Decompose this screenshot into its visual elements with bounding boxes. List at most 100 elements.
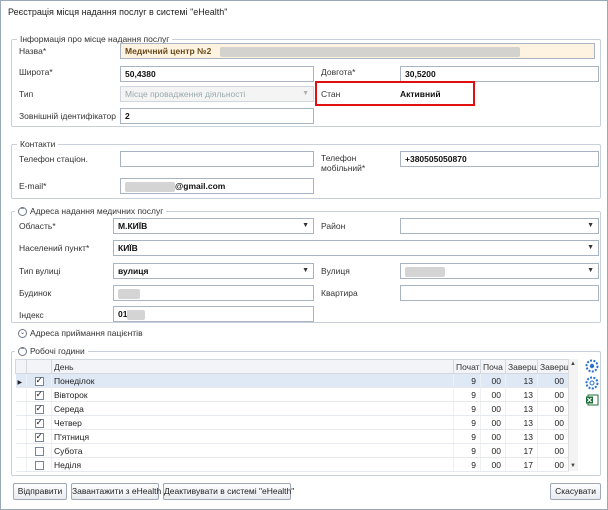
- table-row[interactable]: Субота 9 00 17 00: [15, 443, 569, 458]
- row-indicator[interactable]: [15, 415, 27, 430]
- day-cell[interactable]: Субота: [51, 443, 454, 458]
- start-minute-cell[interactable]: 00: [480, 401, 506, 416]
- name-field[interactable]: Медичний центр №2: [120, 43, 595, 59]
- table-row[interactable]: П'ятниця9001300: [15, 429, 569, 444]
- end-minute-cell[interactable]: 00: [537, 387, 569, 402]
- column-header-start-hour[interactable]: Почат: [453, 359, 481, 374]
- street-type-select[interactable]: вулиця ▼: [113, 263, 314, 279]
- end-hour-cell[interactable]: 13: [505, 373, 538, 388]
- chevron-down-icon: ▼: [587, 244, 594, 251]
- start-hour-cell[interactable]: 9: [453, 373, 481, 388]
- start-minute-cell[interactable]: 00: [480, 457, 506, 472]
- start-hour-cell[interactable]: 9: [453, 415, 481, 430]
- table-row[interactable]: Середа9001300: [15, 401, 569, 416]
- end-hour-cell[interactable]: 17: [505, 457, 538, 472]
- deactivate-button[interactable]: Деактивувати в системі "eHealth": [163, 483, 294, 500]
- load-from-ehealth-button[interactable]: Завантажити з eHealth: [71, 483, 161, 500]
- start-minute-cell[interactable]: 00: [480, 387, 506, 402]
- day-cell[interactable]: Четвер: [51, 415, 454, 430]
- column-header-start-minute[interactable]: Поча: [480, 359, 506, 374]
- day-checkbox[interactable]: [34, 403, 44, 414]
- end-hour-cell[interactable]: 13: [505, 415, 538, 430]
- day-cell[interactable]: Неділя: [51, 457, 454, 472]
- table-row[interactable]: Четвер9001300: [15, 415, 569, 430]
- end-minute-cell[interactable]: 00: [537, 373, 569, 388]
- end-minute-cell[interactable]: 00: [537, 457, 569, 472]
- patients-address-legend[interactable]: ⌄ Адреса приймання пацієнтів: [15, 328, 146, 339]
- cancel-button[interactable]: Скасувати: [550, 483, 601, 500]
- day-checkbox-cell[interactable]: [26, 373, 52, 388]
- district-select[interactable]: ▼: [400, 218, 599, 234]
- street-select[interactable]: ▼: [400, 263, 599, 279]
- day-checkbox[interactable]: [34, 389, 44, 400]
- row-indicator[interactable]: [15, 387, 27, 402]
- collapse-icon[interactable]: ⌃: [18, 207, 27, 217]
- column-header-day[interactable]: День: [51, 359, 454, 374]
- row-indicator[interactable]: [15, 401, 27, 416]
- day-checkbox-cell[interactable]: [26, 429, 52, 444]
- contacts-legend: Контакти: [17, 139, 59, 149]
- send-button[interactable]: Відправити: [13, 483, 67, 500]
- day-checkbox[interactable]: [34, 417, 44, 428]
- expand-icon[interactable]: ⌄: [18, 329, 27, 339]
- table-row[interactable]: Неділя 9 00 17 00: [15, 457, 569, 472]
- table-row[interactable]: ▶Понеділок9001300: [15, 373, 569, 388]
- day-cell[interactable]: Понеділок: [51, 373, 454, 388]
- day-cell[interactable]: Вівторок: [51, 387, 454, 402]
- start-minute-cell[interactable]: 00: [480, 415, 506, 430]
- external-id-field[interactable]: 2: [120, 108, 314, 124]
- end-minute-cell[interactable]: 00: [537, 429, 569, 444]
- end-hour-cell[interactable]: 13: [505, 401, 538, 416]
- day-checkbox[interactable]: [34, 446, 44, 456]
- settlement-select[interactable]: КИЇВ ▼: [113, 240, 599, 256]
- index-field[interactable]: 01: [113, 306, 314, 322]
- day-checkbox[interactable]: [34, 460, 44, 470]
- row-indicator[interactable]: [15, 457, 27, 472]
- scroll-up-icon[interactable]: ▲: [570, 361, 576, 367]
- table-row[interactable]: Вівторок9001300: [15, 387, 569, 402]
- day-cell[interactable]: П'ятниця: [51, 429, 454, 444]
- phone-field[interactable]: [120, 151, 314, 167]
- table-scrollbar[interactable]: ▲ ▼: [568, 359, 578, 471]
- email-field[interactable]: @gmail.com: [120, 178, 314, 194]
- start-hour-cell[interactable]: 9: [453, 443, 481, 458]
- start-minute-cell[interactable]: 00: [480, 429, 506, 444]
- excel-export-icon[interactable]: [585, 393, 599, 407]
- end-hour-cell[interactable]: 17: [505, 443, 538, 458]
- end-minute-cell[interactable]: 00: [537, 401, 569, 416]
- day-checkbox-cell[interactable]: [26, 415, 52, 430]
- start-minute-cell[interactable]: 00: [480, 443, 506, 458]
- day-checkbox[interactable]: [34, 375, 44, 386]
- column-header-end-hour[interactable]: Заверш: [505, 359, 538, 374]
- column-header-end-minute[interactable]: Заверш: [537, 359, 569, 374]
- row-indicator[interactable]: [15, 429, 27, 444]
- row-indicator[interactable]: [15, 443, 27, 458]
- end-minute-cell[interactable]: 00: [537, 415, 569, 430]
- mobile-field[interactable]: +380505050870: [400, 151, 599, 167]
- day-cell[interactable]: Середа: [51, 401, 454, 416]
- end-minute-cell[interactable]: 00: [537, 443, 569, 458]
- end-hour-cell[interactable]: 13: [505, 429, 538, 444]
- building-field[interactable]: [113, 285, 314, 301]
- hours-legend: ⌃ Робочі години: [15, 346, 88, 357]
- start-hour-cell[interactable]: 9: [453, 457, 481, 472]
- end-hour-cell[interactable]: 13: [505, 387, 538, 402]
- day-checkbox-cell[interactable]: [26, 401, 52, 416]
- gear-settings-icon[interactable]: [585, 376, 599, 390]
- gear-icon[interactable]: [585, 359, 599, 373]
- row-indicator[interactable]: ▶: [15, 373, 27, 388]
- longitude-field[interactable]: 30,5200: [400, 66, 599, 82]
- day-checkbox-cell[interactable]: [26, 457, 52, 472]
- apartment-field[interactable]: [400, 285, 599, 301]
- start-hour-cell[interactable]: 9: [453, 429, 481, 444]
- day-checkbox[interactable]: [34, 431, 44, 442]
- start-hour-cell[interactable]: 9: [453, 401, 481, 416]
- scroll-down-icon[interactable]: ▼: [570, 463, 576, 469]
- latitude-field[interactable]: 50,4380: [120, 66, 314, 82]
- day-checkbox-cell[interactable]: [26, 387, 52, 402]
- collapse-icon[interactable]: ⌃: [18, 347, 27, 357]
- day-checkbox-cell[interactable]: [26, 443, 52, 458]
- start-hour-cell[interactable]: 9: [453, 387, 481, 402]
- start-minute-cell[interactable]: 00: [480, 373, 506, 388]
- region-select[interactable]: М.КИЇВ ▼: [113, 218, 314, 234]
